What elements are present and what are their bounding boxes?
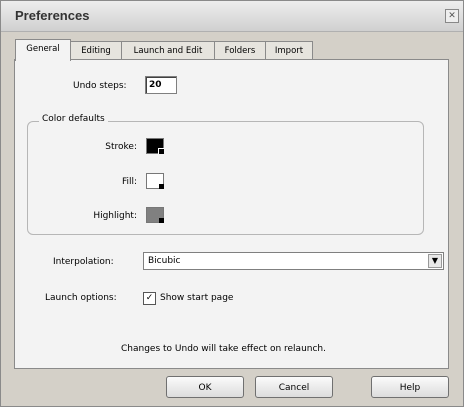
color-defaults-legend: Color defaults xyxy=(39,114,108,124)
fill-color-swatch[interactable] xyxy=(146,173,164,189)
tab-launch-and-edit[interactable]: Launch and Edit xyxy=(121,41,215,60)
tab-general[interactable]: General xyxy=(15,39,71,61)
ok-button[interactable]: OK xyxy=(166,376,244,398)
show-start-page-checkbox[interactable]: ✓ xyxy=(143,292,156,305)
undo-steps-input[interactable]: 20 xyxy=(145,76,177,94)
tab-editing[interactable]: Editing xyxy=(70,41,122,60)
relaunch-notice: Changes to Undo will take effect on rela… xyxy=(121,344,326,354)
help-button[interactable]: Help xyxy=(371,376,449,398)
highlight-color-swatch[interactable] xyxy=(146,207,164,223)
interpolation-value: Bicubic xyxy=(148,256,181,266)
chevron-down-icon[interactable]: ▼ xyxy=(428,254,442,268)
cancel-button[interactable]: Cancel xyxy=(255,376,333,398)
dialog-title: Preferences xyxy=(15,8,90,23)
fill-label: Fill: xyxy=(121,177,137,187)
color-defaults-group xyxy=(27,121,424,235)
tab-import[interactable]: Import xyxy=(265,41,313,60)
launch-options-label: Launch options: xyxy=(45,293,117,303)
interpolation-label: Interpolation: xyxy=(53,257,114,267)
stroke-label: Stroke: xyxy=(105,142,137,152)
highlight-label: Highlight: xyxy=(93,211,137,221)
tab-folders[interactable]: Folders xyxy=(214,41,266,60)
stroke-color-swatch[interactable] xyxy=(146,138,164,154)
show-start-page-label[interactable]: Show start page xyxy=(160,293,233,303)
interpolation-select[interactable]: Bicubic ▼ xyxy=(143,252,444,270)
preferences-dialog: Preferences ✕ General Editing Launch and… xyxy=(0,0,464,407)
close-icon[interactable]: ✕ xyxy=(445,9,459,23)
undo-steps-label: Undo steps: xyxy=(73,81,127,91)
title-bar[interactable]: Preferences ✕ xyxy=(1,1,463,32)
